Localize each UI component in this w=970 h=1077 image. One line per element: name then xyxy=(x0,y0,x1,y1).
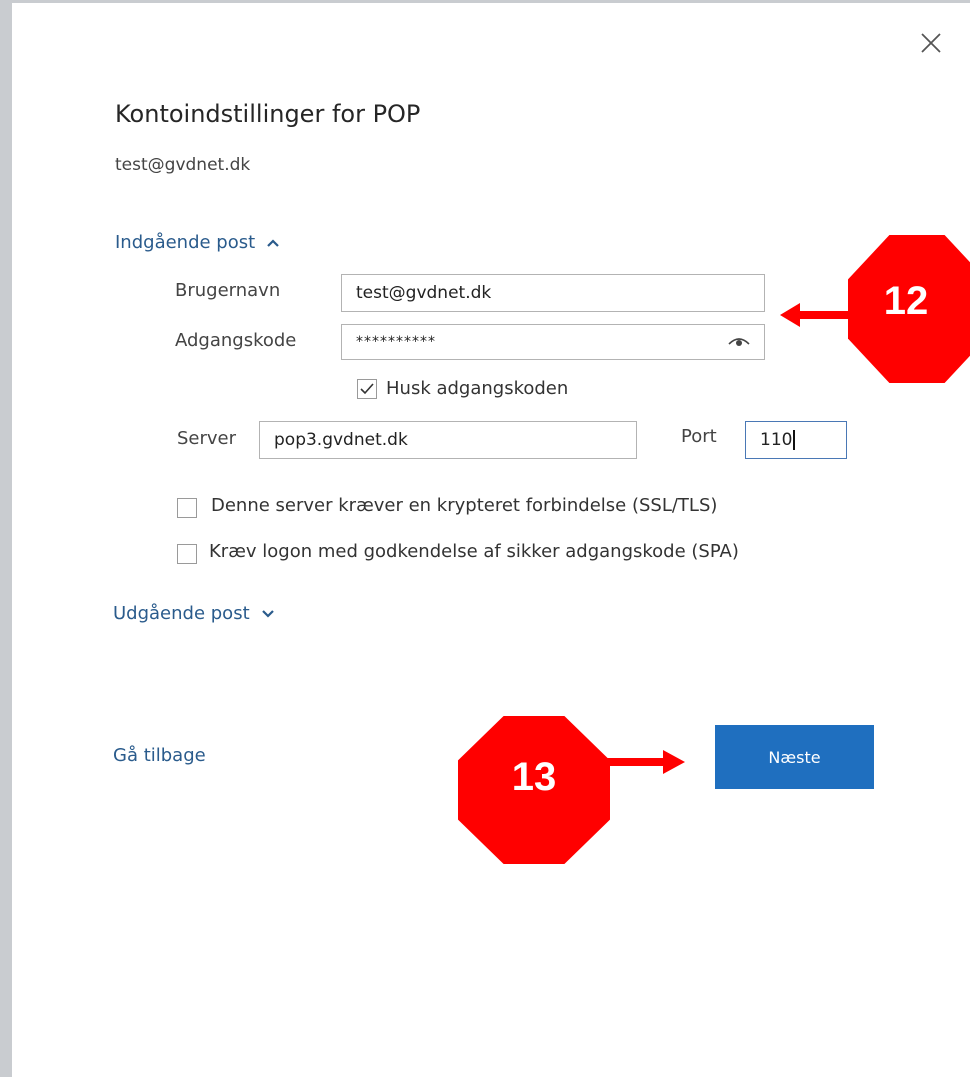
arrow-right-icon xyxy=(605,750,685,774)
password-label: Adgangskode xyxy=(175,330,297,351)
ssl-checkbox[interactable] xyxy=(177,498,197,518)
go-back-link[interactable]: Gå tilbage xyxy=(113,745,206,766)
close-button[interactable] xyxy=(916,28,946,58)
username-value: test@gvdnet.dk xyxy=(356,283,492,303)
spa-checkbox[interactable] xyxy=(177,544,197,564)
server-input[interactable]: pop3.gvdnet.dk xyxy=(259,421,637,459)
next-button[interactable]: Næste xyxy=(715,725,874,789)
username-label: Brugernavn xyxy=(175,280,281,301)
annotation-badge-13: 13 xyxy=(458,716,610,864)
account-email: test@gvdnet.dk xyxy=(115,155,251,175)
port-input[interactable]: 110 xyxy=(745,421,847,459)
remember-password-checkbox[interactable] xyxy=(357,379,377,399)
outgoing-mail-label: Udgående post xyxy=(113,603,250,624)
server-label: Server xyxy=(177,428,237,449)
dialog-title: Kontoindstillinger for POP xyxy=(115,100,421,128)
arrow-left-icon xyxy=(780,303,858,327)
chevron-up-icon xyxy=(267,238,279,247)
eye-icon[interactable] xyxy=(728,334,750,348)
next-button-label: Næste xyxy=(768,747,821,767)
text-caret xyxy=(793,430,795,450)
annotation-number-12: 12 xyxy=(883,278,929,323)
checkmark-icon xyxy=(360,383,374,395)
chevron-down-icon xyxy=(261,609,274,618)
password-value: ********** xyxy=(356,334,436,350)
remember-password-label: Husk adgangskoden xyxy=(386,378,569,399)
incoming-mail-label: Indgående post xyxy=(115,232,256,253)
incoming-mail-toggle[interactable]: Indgående post xyxy=(115,232,279,253)
outgoing-mail-toggle[interactable]: Udgående post xyxy=(113,603,274,624)
password-input[interactable]: ********** xyxy=(341,324,765,360)
spa-label: Kræv logon med godkendelse af sikker adg… xyxy=(209,541,739,562)
username-input[interactable]: test@gvdnet.dk xyxy=(341,274,765,312)
server-value: pop3.gvdnet.dk xyxy=(274,430,408,450)
port-label: Port xyxy=(681,426,717,447)
annotation-number-13: 13 xyxy=(511,754,557,799)
ssl-label: Denne server kræver en krypteret forbind… xyxy=(211,495,718,516)
port-value: 110 xyxy=(760,430,793,450)
close-icon xyxy=(921,33,941,53)
